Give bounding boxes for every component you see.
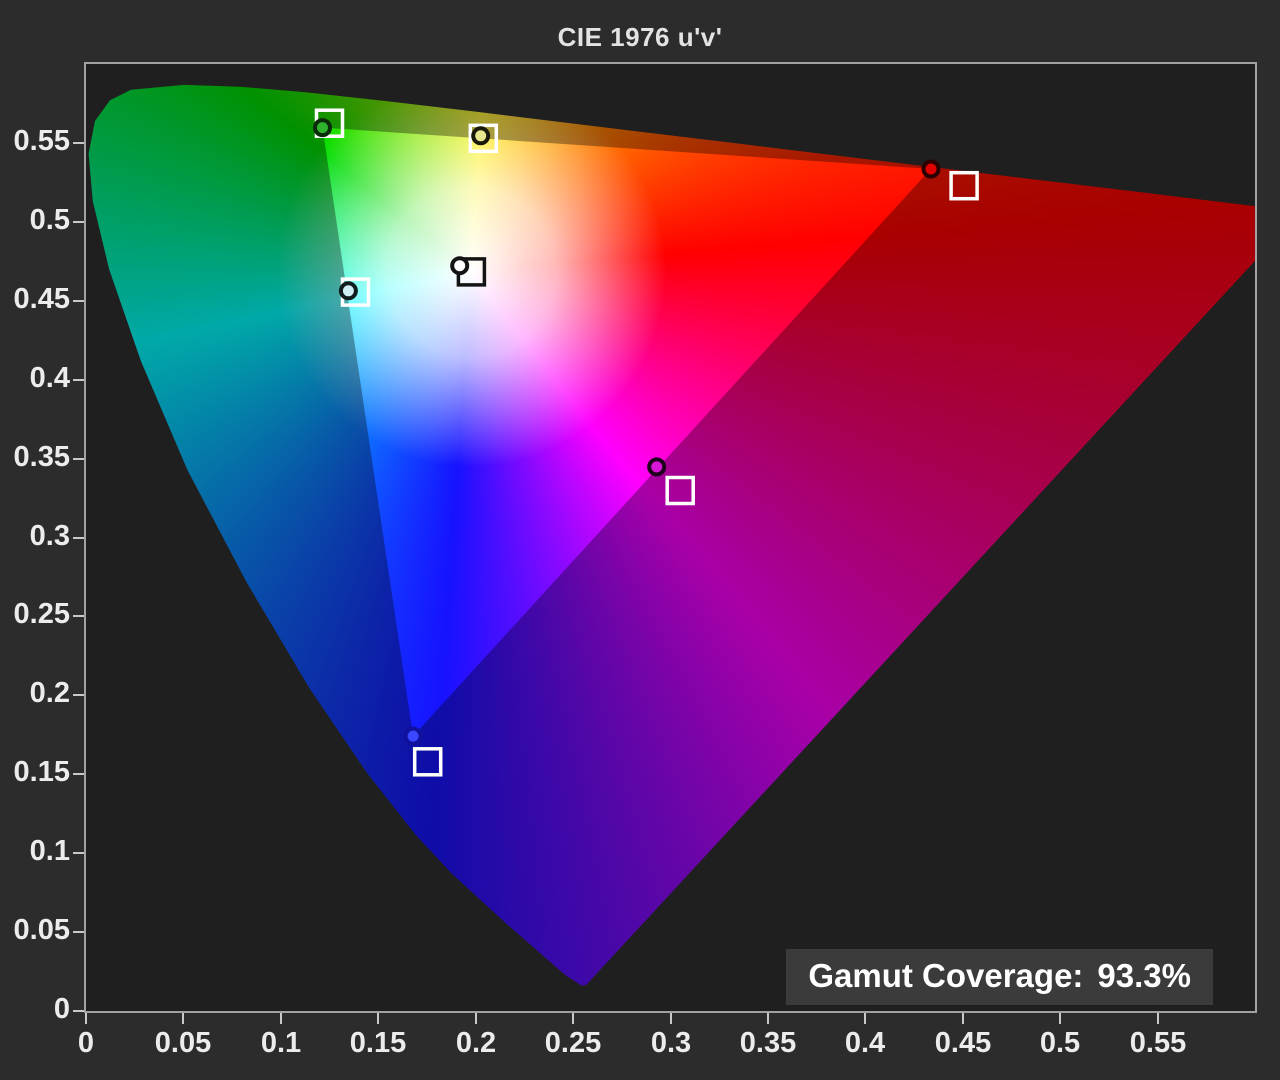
y-tick-label: 0.45 — [13, 283, 70, 315]
y-tick-mark — [73, 1010, 84, 1012]
y-tick-mark — [73, 458, 84, 460]
measured-cyan-dot — [338, 281, 358, 301]
y-tick-label: 0.1 — [29, 835, 70, 867]
x-tick-mark — [377, 1013, 379, 1024]
gamut-coverage-label: Gamut Coverage: — [808, 957, 1084, 994]
x-tick-label: 0.2 — [455, 1027, 497, 1059]
x-tick-mark — [767, 1013, 769, 1024]
gamut-markers-layer — [313, 108, 979, 777]
chart-title: CIE 1976 u'v' — [557, 22, 723, 52]
x-tick-label: 0 — [77, 1027, 95, 1059]
y-tick-mark — [73, 852, 84, 854]
x-tick-label: 0.45 — [934, 1027, 992, 1059]
y-tick-label: 0.4 — [29, 362, 70, 394]
y-tick-label: 0.05 — [13, 914, 70, 946]
y-tick-label: 0.55 — [13, 125, 70, 157]
x-tick-label: 0.4 — [844, 1027, 886, 1059]
plot-area: Gamut Coverage: 93.3% — [84, 62, 1257, 1013]
x-tick-mark — [670, 1013, 672, 1024]
target-blue-square — [412, 747, 443, 777]
y-tick-label: 0 — [53, 993, 70, 1025]
y-tick-label: 0.35 — [13, 441, 70, 473]
y-tick-mark — [73, 300, 84, 302]
y-tick-label: 0.5 — [29, 204, 70, 236]
x-tick-label: 0.3 — [650, 1027, 692, 1059]
x-tick-mark — [85, 1013, 87, 1024]
x-tick-mark — [182, 1013, 184, 1024]
measured-white-dot — [450, 256, 470, 276]
y-tick-mark — [73, 221, 84, 223]
x-tick-mark — [864, 1013, 866, 1024]
x-tick-mark — [1157, 1013, 1159, 1024]
x-tick-label: 0.25 — [544, 1027, 602, 1059]
y-tick-mark — [73, 694, 84, 696]
gamut-coverage-value: 93.3% — [1097, 957, 1191, 994]
y-tick-mark — [73, 773, 84, 775]
measured-magenta-dot — [647, 457, 667, 477]
x-tick-label: 0.05 — [154, 1027, 212, 1059]
target-magenta-square — [665, 475, 695, 506]
y-tick-mark — [73, 379, 84, 381]
x-tick-label: 0.35 — [739, 1027, 797, 1059]
measured-yellow-dot — [471, 126, 491, 146]
x-tick-label: 0.55 — [1129, 1027, 1187, 1059]
x-tick-mark — [475, 1013, 477, 1024]
chart-stage: CIE 1976 u'v' Gamut Coverage: 93.3% 0 0.05… — [0, 0, 1280, 1080]
y-tick-mark — [73, 615, 84, 617]
x-tick-label: 0.15 — [349, 1027, 407, 1059]
y-tick-label: 0.3 — [29, 520, 70, 552]
screen: { "title": "CIE 1976 u'v'", "coverage": … — [0, 0, 1280, 1080]
y-tick-mark — [73, 537, 84, 539]
y-tick-mark — [73, 142, 84, 144]
y-tick-label: 0.15 — [13, 756, 70, 788]
measured-green-dot — [313, 118, 332, 138]
y-tick-label: 0.25 — [13, 598, 70, 630]
x-tick-mark — [1059, 1013, 1061, 1024]
measured-red-dot — [921, 159, 941, 179]
gamut-coverage-badge: Gamut Coverage: 93.3% — [786, 949, 1213, 1005]
x-tick-mark — [280, 1013, 282, 1024]
measured-blue-dot — [403, 726, 423, 746]
target-red-square — [949, 170, 979, 201]
x-tick-mark — [962, 1013, 964, 1024]
y-tick-mark — [73, 931, 84, 933]
x-tick-label: 0.5 — [1039, 1027, 1081, 1059]
y-tick-label: 0.2 — [29, 677, 70, 709]
x-tick-mark — [572, 1013, 574, 1024]
x-tick-label: 0.1 — [260, 1027, 302, 1059]
